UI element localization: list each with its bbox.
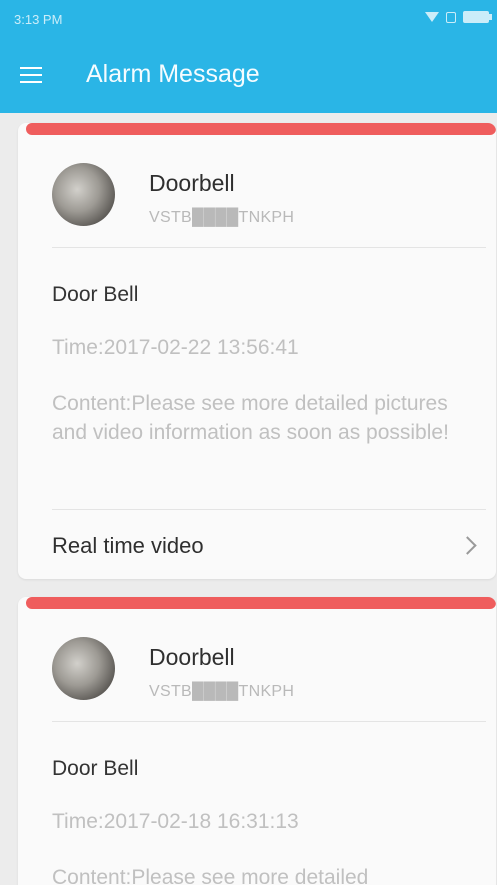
battery-icon — [463, 11, 492, 23]
device-avatar — [52, 637, 115, 700]
alarm-card[interactable]: Doorbell VSTB████TNKPH Door Bell Time:20… — [18, 123, 496, 579]
device-name: Doorbell — [149, 170, 235, 196]
alert-stripe — [26, 123, 496, 135]
device-name: Doorbell — [149, 644, 235, 670]
divider — [52, 509, 486, 510]
status-icons — [425, 11, 492, 23]
sim-icon — [446, 11, 456, 23]
chevron-right-icon — [458, 536, 477, 555]
device-id: VSTB████TNKPH — [149, 683, 295, 700]
event-content: Content:Please see more detailed picture… — [52, 392, 449, 444]
event-time: Time:2017-02-18 16:31:13 — [52, 810, 299, 833]
event-title: Door Bell — [52, 283, 139, 306]
status-time: 3:13 PM — [14, 12, 63, 27]
alarm-card[interactable]: Doorbell VSTB████TNKPH Door Bell Time:20… — [18, 597, 496, 885]
device-avatar — [52, 163, 115, 226]
hamburger-menu-icon[interactable] — [20, 67, 42, 83]
wifi-icon — [425, 12, 439, 22]
event-content: Content:Please see more detailed — [52, 866, 369, 885]
alert-stripe — [26, 597, 496, 609]
event-title: Door Bell — [52, 757, 139, 780]
alarm-message-list[interactable]: Doorbell VSTB████TNKPH Door Bell Time:20… — [0, 113, 497, 885]
real-time-video-label: Real time video — [52, 533, 204, 558]
device-id: VSTB████TNKPH — [149, 209, 295, 226]
app-bar: Alarm Message — [0, 38, 497, 113]
page-title: Alarm Message — [86, 60, 260, 88]
divider — [52, 247, 486, 248]
divider — [52, 721, 486, 722]
status-bar: 3:13 PM — [0, 0, 497, 38]
event-time: Time:2017-02-22 13:56:41 — [52, 336, 299, 359]
real-time-video-button[interactable]: Real time video — [52, 521, 488, 569]
